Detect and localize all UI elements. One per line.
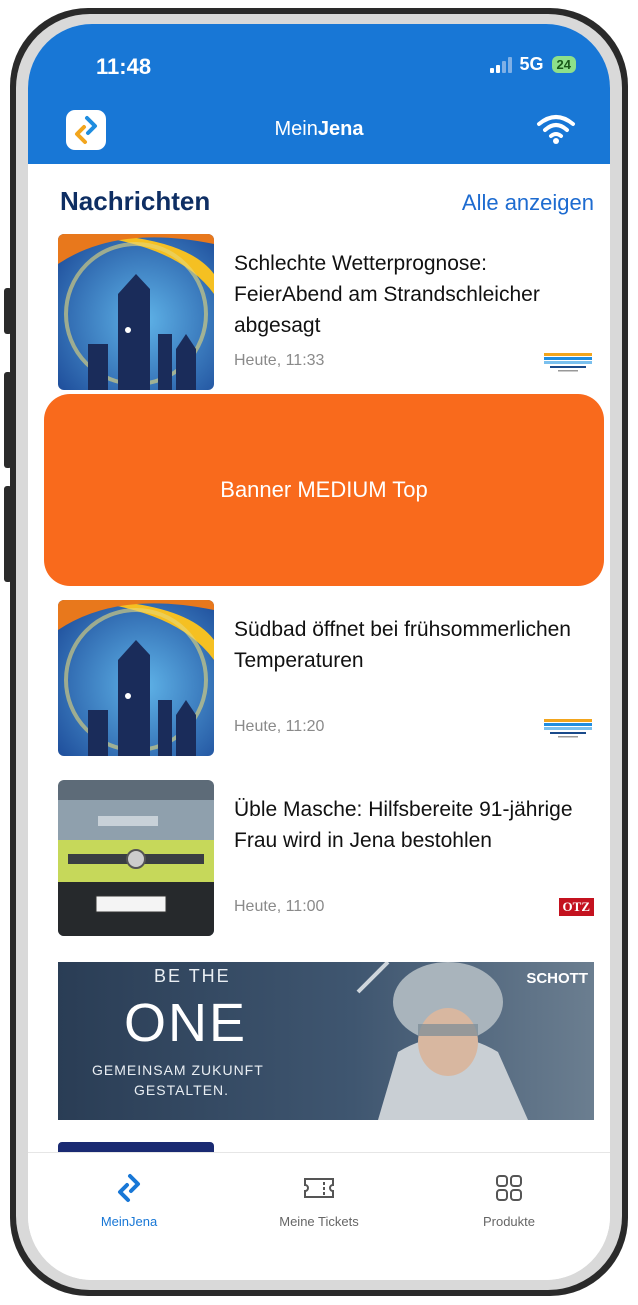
- news-item[interactable]: Üble Masche: Hilfsbereite 91-jährige Fra…: [58, 780, 598, 936]
- tab-label: Meine Tickets: [279, 1214, 359, 1229]
- news-time: Heute, 11:20: [234, 718, 325, 735]
- app-header: 11:48 5G 24 MeinJena: [28, 24, 610, 164]
- stadtwerke-jena-logo-icon: [542, 718, 594, 745]
- section-title: Nachrichten: [60, 186, 211, 216]
- ad-line-2: ONE: [124, 993, 248, 1053]
- schott-ad-banner[interactable]: BE THE ONE GEMEINSAM ZUKUNFT GESTALTEN. …: [58, 962, 594, 1120]
- news-thumbnail: [58, 234, 214, 390]
- stadtwerke-jena-logo-icon: [542, 352, 594, 379]
- banner-label: Banner MEDIUM Top: [220, 477, 428, 502]
- network-label: 5G: [519, 54, 544, 74]
- wifi-icon[interactable]: [536, 112, 576, 146]
- news-title: Üble Masche: Hilfsbereite 91-jährige Fra…: [234, 798, 573, 852]
- otz-logo-icon: OTZ: [558, 898, 594, 916]
- ad-brand: SCHOTT: [526, 970, 588, 987]
- grid-icon: [496, 1175, 522, 1201]
- signal-icon: [489, 56, 512, 73]
- news-thumbnail: [58, 600, 214, 756]
- tab-produkte[interactable]: Produkte: [434, 1173, 584, 1229]
- show-all-link[interactable]: Alle anzeigen: [462, 190, 594, 216]
- tab-meinjena[interactable]: MeinJena: [54, 1173, 204, 1229]
- news-title: Südbad öffnet bei frühsommerlichen Tempe…: [234, 618, 571, 672]
- tab-label: MeinJena: [100, 1214, 158, 1229]
- phone-screen: 11:48 5G 24 MeinJena Nachrichten Alle an…: [28, 24, 610, 1280]
- news-time: Heute, 11:00: [234, 898, 325, 915]
- news-time: Heute, 11:33: [234, 352, 325, 369]
- tab-bar: MeinJena Meine Tickets Produkte: [28, 1152, 610, 1280]
- news-item[interactable]: Schlechte Wetterprognose: FeierAbend am …: [58, 234, 598, 390]
- tab-label: Produkte: [482, 1214, 536, 1229]
- news-title: Schlechte Wetterprognose: FeierAbend am …: [234, 252, 540, 337]
- ad-line-1: BE THE: [154, 966, 231, 986]
- ticket-icon: [304, 1178, 334, 1198]
- tab-meine-tickets[interactable]: Meine Tickets: [244, 1173, 394, 1229]
- app-title-prefix: Mein: [274, 118, 318, 140]
- battery-icon: 24: [551, 56, 576, 73]
- meinjena-logo-icon: [118, 1174, 140, 1202]
- status-indicators: 5G 24: [489, 54, 576, 75]
- ad-line-3: GEMEINSAM ZUKUNFT: [92, 1062, 264, 1078]
- app-title: MeinJena: [28, 118, 610, 141]
- app-title-bold: Jena: [317, 118, 364, 140]
- news-thumbnail: [58, 780, 214, 936]
- ad-line-4: GESTALTEN.: [134, 1082, 230, 1098]
- status-time: 11:48: [96, 54, 152, 79]
- news-item[interactable]: Südbad öffnet bei frühsommerlichen Tempe…: [58, 600, 598, 756]
- banner-medium-top[interactable]: Banner MEDIUM Top: [44, 394, 604, 586]
- otz-label: OTZ: [558, 898, 594, 916]
